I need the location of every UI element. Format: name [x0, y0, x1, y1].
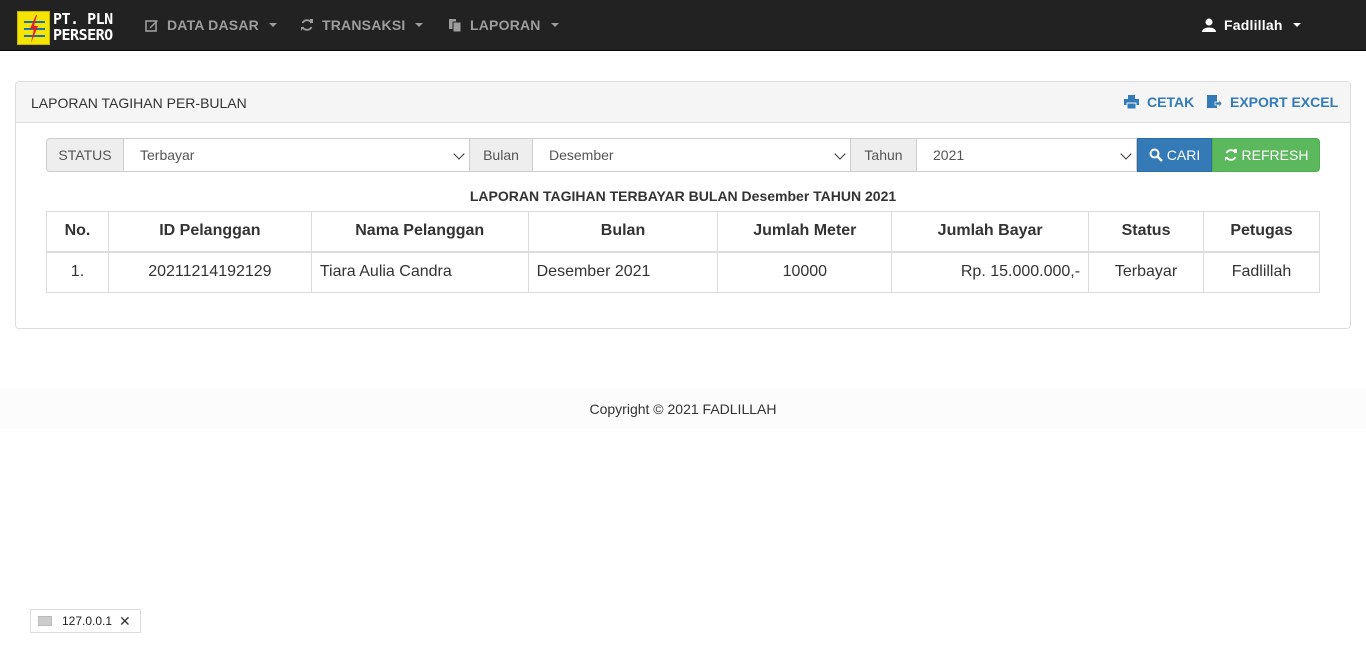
- print-label: CETAK: [1147, 94, 1195, 110]
- pln-logo-icon: [17, 11, 50, 45]
- table-header-row: No. ID Pelanggan Nama Pelanggan Bulan Ju…: [46, 211, 1321, 253]
- panel-heading: LAPORAN TAGIHAN PER-BULAN CETAK EXPORT E…: [16, 82, 1350, 123]
- brand-logo[interactable]: PT. PLN PERSERO: [17, 11, 113, 45]
- chevron-down-icon: [834, 148, 846, 160]
- export-excel-button[interactable]: EXPORT EXCEL: [1207, 94, 1338, 110]
- col-no: No.: [46, 211, 109, 253]
- status-addon: STATUS: [46, 138, 124, 172]
- cell-petugas: Fadlillah: [1202, 251, 1321, 293]
- nav-laporan-label: LAPORAN: [470, 17, 541, 33]
- month-select[interactable]: Desember: [533, 138, 851, 172]
- print-icon: [1124, 95, 1139, 109]
- chevron-down-icon: [550, 23, 559, 27]
- export-file-icon: [1207, 95, 1222, 109]
- server-icon: [38, 616, 52, 626]
- status-select[interactable]: Terbayar: [124, 138, 470, 172]
- report-title: LAPORAN TAGIHAN TERBAYAR BULAN Desember …: [469, 188, 897, 204]
- cell-bulan: Desember 2021: [527, 251, 719, 293]
- report-table: No. ID Pelanggan Nama Pelanggan Bulan Ju…: [46, 211, 1321, 293]
- chevron-down-icon: [453, 148, 465, 160]
- cell-status: Terbayar: [1088, 251, 1204, 293]
- refresh-icon: [301, 19, 313, 31]
- chevron-down-icon: [415, 23, 424, 27]
- user-name: Fadlillah: [1224, 17, 1283, 33]
- col-nama-pelanggan: Nama Pelanggan: [310, 211, 529, 253]
- host-chip-text: 127.0.0.1: [62, 614, 113, 628]
- edit-icon: [145, 20, 158, 32]
- year-select-value: 2021: [933, 147, 965, 163]
- nav-data-dasar[interactable]: DATA DASAR: [145, 0, 277, 50]
- user-menu[interactable]: Fadlillah: [1202, 0, 1301, 50]
- refresh-icon: [1224, 149, 1237, 161]
- col-jumlah-meter: Jumlah Meter: [717, 211, 893, 253]
- cell-jumlah-bayar: Rp. 15.000.000,-: [891, 251, 1090, 293]
- cell-no: 1.: [46, 251, 109, 293]
- search-button[interactable]: CARI: [1137, 138, 1212, 172]
- col-status: Status: [1088, 211, 1204, 253]
- status-select-value: Terbayar: [140, 147, 195, 163]
- col-bulan: Bulan: [527, 211, 719, 253]
- top-navbar: PT. PLN PERSERO DATA DASAR TRANSAKSI LAP…: [0, 0, 1366, 51]
- nav-data-dasar-label: DATA DASAR: [167, 17, 259, 33]
- footer: Copyright © 2021 FADLILLAH: [0, 389, 1366, 429]
- copyright-text: Copyright © 2021 FADLILLAH: [589, 401, 777, 417]
- cell-jumlah-meter: 10000: [717, 251, 893, 293]
- year-select[interactable]: 2021: [917, 138, 1137, 172]
- cell-nama-pelanggan: Tiara Aulia Candra: [310, 251, 529, 293]
- month-select-value: Desember: [549, 147, 614, 163]
- close-icon[interactable]: ✕: [119, 613, 131, 630]
- nav-laporan[interactable]: LAPORAN: [448, 0, 559, 50]
- nav-transaksi-label: TRANSAKSI: [322, 17, 406, 33]
- brand-text: PT. PLN PERSERO: [53, 11, 113, 43]
- search-icon: [1149, 148, 1163, 162]
- col-jumlah-bayar: Jumlah Bayar: [891, 211, 1090, 253]
- export-label: EXPORT EXCEL: [1230, 94, 1339, 110]
- panel-title: LAPORAN TAGIHAN PER-BULAN: [31, 95, 247, 111]
- col-id-pelanggan: ID Pelanggan: [107, 211, 312, 253]
- year-addon: Tahun: [851, 138, 917, 172]
- user-icon: [1202, 18, 1216, 32]
- refresh-button[interactable]: REFRESH: [1212, 138, 1320, 172]
- host-chip[interactable]: 127.0.0.1 ✕: [30, 609, 141, 633]
- cell-id-pelanggan: 20211214192129: [107, 251, 312, 293]
- col-petugas: Petugas: [1202, 211, 1321, 253]
- nav-transaksi[interactable]: TRANSAKSI: [300, 0, 424, 50]
- filter-bar: STATUS Terbayar Bulan Desember Tahun 202…: [46, 138, 1320, 172]
- brand-line2: PERSERO: [53, 26, 113, 44]
- brand-line1: PT. PLN: [53, 10, 113, 28]
- table-row: 1. 20211214192129 Tiara Aulia Candra Des…: [46, 251, 1321, 293]
- chevron-down-icon: [1120, 148, 1132, 160]
- report-panel: LAPORAN TAGIHAN PER-BULAN CETAK EXPORT E…: [15, 81, 1351, 329]
- chevron-down-icon: [268, 23, 277, 27]
- print-button[interactable]: CETAK: [1124, 94, 1194, 110]
- documents-icon: [449, 19, 462, 32]
- search-label: CARI: [1166, 147, 1201, 163]
- chevron-down-icon: [1292, 23, 1301, 27]
- month-addon: Bulan: [470, 138, 533, 172]
- refresh-label: REFRESH: [1241, 147, 1309, 163]
